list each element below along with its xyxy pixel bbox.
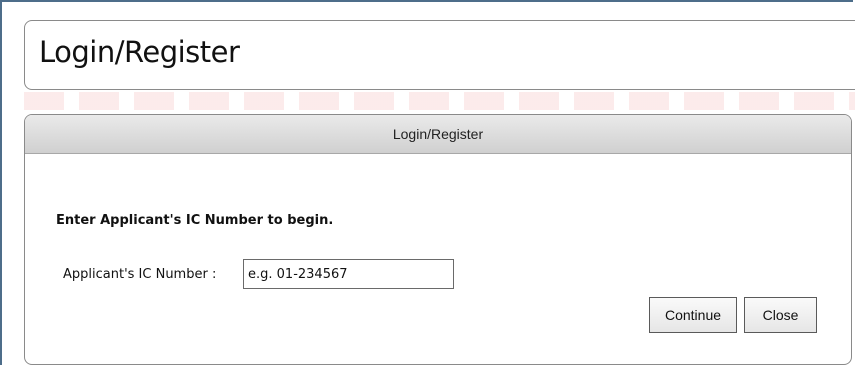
page-header: Login/Register	[24, 20, 855, 90]
page-title: Login/Register	[39, 35, 240, 69]
continue-button[interactable]: Continue	[649, 297, 737, 333]
background-watermark	[24, 92, 855, 110]
panel-title: Login/Register	[25, 115, 851, 154]
ic-number-label: Applicant's IC Number :	[63, 267, 217, 282]
window-frame: Login/Register Login/Register Enter Appl…	[0, 0, 855, 365]
close-button[interactable]: Close	[744, 297, 817, 333]
instruction-text: Enter Applicant's IC Number to begin.	[56, 213, 334, 228]
ic-number-input[interactable]	[243, 259, 454, 289]
login-register-panel: Login/Register Enter Applicant's IC Numb…	[24, 114, 852, 365]
